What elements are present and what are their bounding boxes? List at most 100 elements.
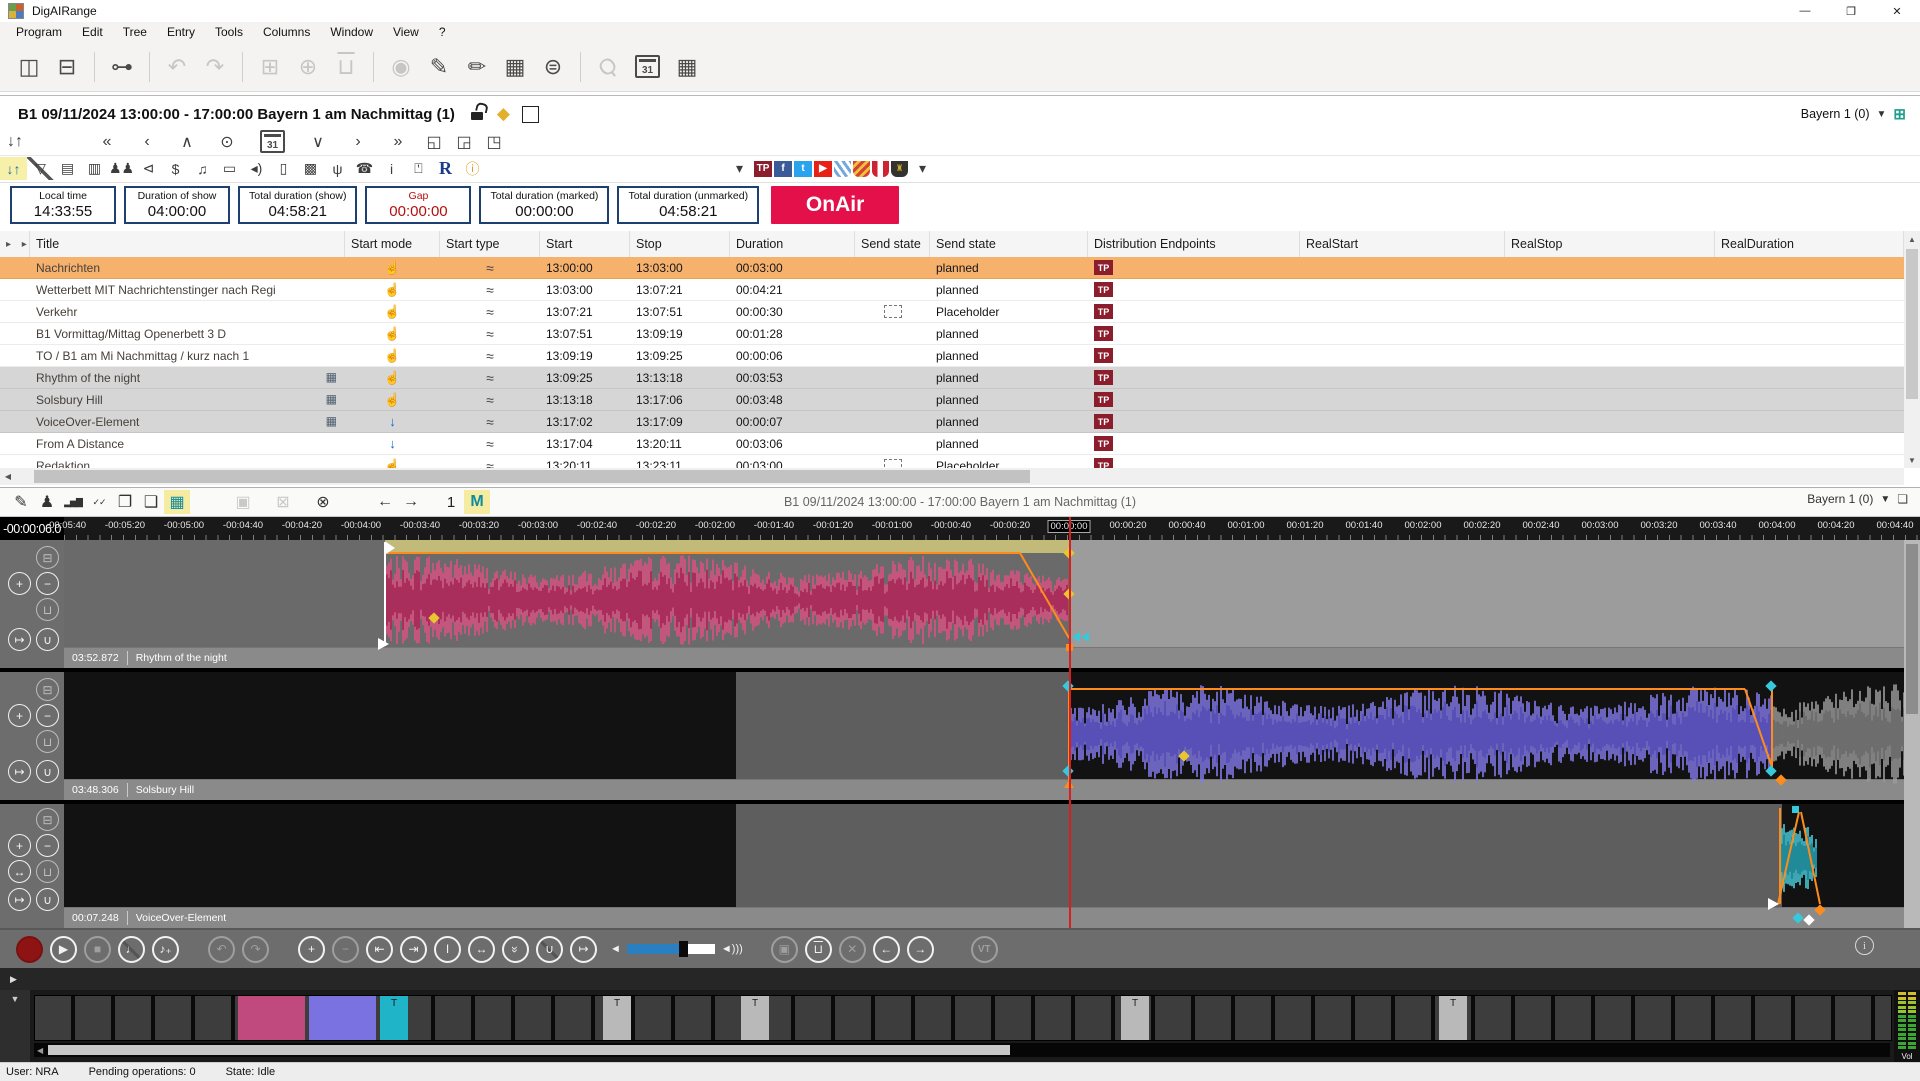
marker-square[interactable] (1792, 806, 1799, 813)
overview-scrollbar[interactable]: ◀ (34, 1043, 1890, 1057)
shield-eagle-icon[interactable]: ♜ (891, 161, 908, 177)
banner-icon[interactable]: ▭ (216, 157, 243, 180)
calendar-icon[interactable]: 31 (635, 55, 660, 78)
track-loop-button[interactable]: ∪ (36, 760, 59, 783)
volume-max-icon[interactable]: ◄))) (721, 943, 743, 955)
menu-program[interactable]: Program (6, 23, 72, 41)
track-loop-button[interactable]: ∪ (36, 888, 59, 911)
track-zoom-out-button[interactable]: − (36, 834, 59, 857)
column-header-realstop[interactable]: RealStop (1505, 231, 1715, 257)
go-next-icon[interactable]: › (343, 130, 373, 154)
track-fit-button[interactable]: ↔ (8, 860, 31, 883)
menu-columns[interactable]: Columns (253, 23, 320, 41)
onair-indicator[interactable]: OnAir (771, 186, 899, 224)
column-header-distribution-endpoints[interactable]: Distribution Endpoints (1088, 231, 1300, 257)
shield-bavaria-icon[interactable] (834, 161, 851, 177)
track-zoom-out-button[interactable]: − (36, 572, 59, 595)
voicetrack-button[interactable]: VT (971, 936, 998, 963)
scroll-thumb[interactable] (48, 1045, 1010, 1055)
play-button[interactable]: ▶ (50, 936, 77, 963)
zoom-fit-button[interactable]: ↔ (468, 936, 495, 963)
table-row[interactable]: Wetterbett MIT Nachrichtenstinger nach R… (0, 279, 1904, 301)
waveform-track-3[interactable] (0, 804, 1920, 928)
search-icon[interactable]: Ϙ (581, 40, 634, 93)
track-insert-button[interactable]: ↦ (8, 888, 31, 911)
copy-icon[interactable]: ❐ (112, 490, 138, 514)
track-zoom-in-button[interactable]: + (8, 704, 31, 727)
save-icon[interactable]: ▣ (230, 490, 256, 514)
undo-button[interactable]: ↶ (208, 936, 235, 963)
info-icon[interactable]: i (1855, 936, 1874, 955)
to-end-button[interactable]: ⇥ (400, 936, 427, 963)
reporter-icon[interactable]: ♟ (34, 490, 60, 514)
grid-view-icon[interactable]: ▦ (668, 48, 706, 86)
new-entry-icon[interactable]: ✎ (420, 48, 458, 86)
metron-off-button[interactable]: ♩ (118, 936, 145, 963)
sort-order-icon[interactable]: ↓↑ (0, 130, 30, 154)
save-discard-icon[interactable]: ⊠ (270, 490, 296, 514)
exit-mode-button[interactable]: ↦ (570, 936, 597, 963)
column-header-stop[interactable]: Stop (630, 231, 730, 257)
show-checkbox[interactable] (522, 106, 539, 123)
facebook-icon[interactable]: f (774, 161, 792, 177)
scroll-left-icon[interactable]: ◀ (0, 468, 16, 485)
go-down-icon[interactable]: ∨ (303, 130, 333, 154)
nav-right-icon[interactable]: → (398, 490, 424, 514)
print-icon[interactable]: ⊞ (251, 48, 289, 86)
column-header-send-state[interactable]: Send state (930, 231, 1088, 257)
scroll-thumb[interactable] (34, 470, 1030, 483)
table-row[interactable]: Solsbury Hill▦☝≈13:13:1813:17:0600:03:48… (0, 389, 1904, 411)
column-layout-icon[interactable]: ▤ (54, 157, 81, 180)
megaphone-icon[interactable]: ⊲ (135, 157, 162, 180)
channel-dropdown-icon[interactable]: ▾ (909, 157, 936, 180)
to-start-button[interactable]: ⇤ (366, 936, 393, 963)
collapse-button[interactable]: » (502, 936, 529, 963)
menu-q[interactable]: ? (429, 23, 456, 41)
stop-button[interactable]: ■ (84, 936, 111, 963)
editor-vertical-scrollbar[interactable] (1904, 540, 1920, 928)
expand-icon[interactable]: ▶ (10, 974, 17, 985)
table-row[interactable]: From A Distance↓≈13:17:0413:20:1100:03:0… (0, 433, 1904, 455)
shield-franconia-icon[interactable] (853, 161, 870, 177)
feedback-icon[interactable]: ⍞ (405, 157, 432, 180)
overview-block-marker[interactable]: T (741, 996, 769, 1040)
add-channel-icon[interactable]: ⊞ (1893, 105, 1906, 123)
play-entry-icon[interactable]: ◉ (382, 48, 420, 86)
insert-after-icon[interactable]: ◲ (449, 130, 479, 154)
shield-wuerzburg-icon[interactable] (872, 161, 889, 177)
expander-row[interactable]: ▶ (0, 968, 1920, 990)
marker-arrow-left[interactable] (1081, 632, 1089, 642)
overview-collapse-icon[interactable]: ▼ (0, 990, 30, 1062)
table-row[interactable]: TO / B1 am Mi Nachmittag / kurz nach 1☝≈… (0, 345, 1904, 367)
overview-block[interactable] (238, 996, 305, 1040)
next-button[interactable]: → (907, 936, 934, 963)
split-horizontal-icon[interactable]: ⊟ (48, 48, 86, 86)
approve-icon[interactable]: ✓✓ (86, 490, 112, 514)
editor-channel-dropdown-icon[interactable]: ▼ (1880, 494, 1890, 505)
column-header-q[interactable]: ▸ ▸ (0, 231, 30, 257)
money-icon[interactable]: $ (162, 157, 189, 180)
track-insert-button[interactable]: ↦ (8, 760, 31, 783)
trash-icon[interactable]: ⊔ (327, 48, 365, 86)
track-monitor-button[interactable]: ⊟ (36, 808, 59, 831)
multitrack-view-icon[interactable]: ▦ (164, 490, 190, 514)
track-delete-button[interactable]: ⊔ (36, 860, 59, 883)
phone-icon[interactable]: ☎ (351, 157, 378, 180)
overview-block[interactable] (309, 996, 376, 1040)
playhead[interactable] (1069, 517, 1071, 928)
prev-button[interactable]: ← (873, 936, 900, 963)
overview-block-marker[interactable]: T (1121, 996, 1149, 1040)
track-monitor-button[interactable]: ⊟ (36, 678, 59, 701)
contacts-icon[interactable]: ♟♟ (108, 157, 135, 180)
menu-view[interactable]: View (383, 23, 429, 41)
twitter-icon[interactable]: t (794, 161, 812, 177)
waveform-track-1[interactable] (0, 540, 1920, 668)
zoom-selection-button[interactable]: I (434, 936, 461, 963)
clip-start-flag[interactable] (386, 542, 395, 554)
table-horizontal-scrollbar[interactable]: ◀ (0, 468, 1904, 485)
column-header-send-state[interactable]: Send state (855, 231, 930, 257)
go-prev-icon[interactable]: ‹ (132, 130, 162, 154)
track-monitor-button[interactable]: ⊟ (36, 546, 59, 569)
pencil-icon[interactable]: ✎ (8, 490, 34, 514)
table-row[interactable]: Verkehr☝≈13:07:2113:07:5100:00:30Placeho… (0, 301, 1904, 323)
